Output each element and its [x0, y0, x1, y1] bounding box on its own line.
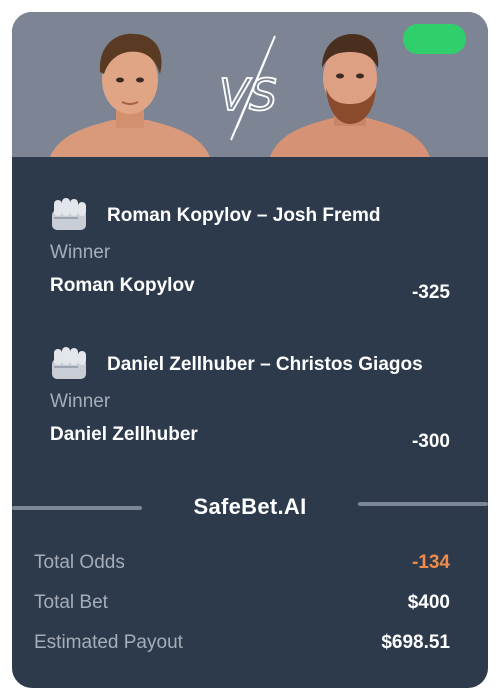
total-odds-value: -134: [411, 552, 450, 573]
fighters-header: VS: [12, 12, 488, 157]
bet-pick: Daniel Zellhuber: [50, 424, 198, 445]
brand-label: SafeBet.AI: [193, 494, 307, 519]
bet-item: Roman Kopylov – Josh Fremd Winner Roman …: [12, 194, 488, 324]
bet-pick: Roman Kopylov: [50, 275, 195, 296]
bet-odds: -300: [411, 431, 450, 452]
fist-icon: [52, 347, 86, 379]
bet-market: Winner: [50, 391, 111, 412]
vs-label: VS: [219, 70, 277, 121]
summary-row-payout: Estimated Payout $698.51: [12, 629, 488, 659]
bet-slip-card: VS Roman Kopylov – Josh Fremd Winner Rom…: [12, 12, 488, 688]
bet-market: Winner: [50, 242, 111, 263]
total-odds-label: Total Odds: [34, 552, 125, 573]
bet-odds: -325: [411, 282, 450, 303]
payout-value: $698.51: [381, 632, 450, 653]
bet-matchup: Daniel Zellhuber – Christos Giagos: [107, 354, 423, 375]
summary-row-total-odds: Total Odds -134: [12, 549, 488, 579]
total-bet-value: $400: [407, 592, 450, 613]
status-toggle[interactable]: [403, 24, 466, 54]
payout-label: Estimated Payout: [34, 632, 183, 653]
fighter-portrait-left: [50, 33, 210, 157]
bet-matchup: Roman Kopylov – Josh Fremd: [107, 205, 381, 226]
total-bet-label: Total Bet: [34, 592, 108, 613]
fist-icon: [52, 198, 86, 230]
bet-item: Daniel Zellhuber – Christos Giagos Winne…: [12, 343, 488, 473]
summary-row-total-bet: Total Bet $400: [12, 589, 488, 619]
